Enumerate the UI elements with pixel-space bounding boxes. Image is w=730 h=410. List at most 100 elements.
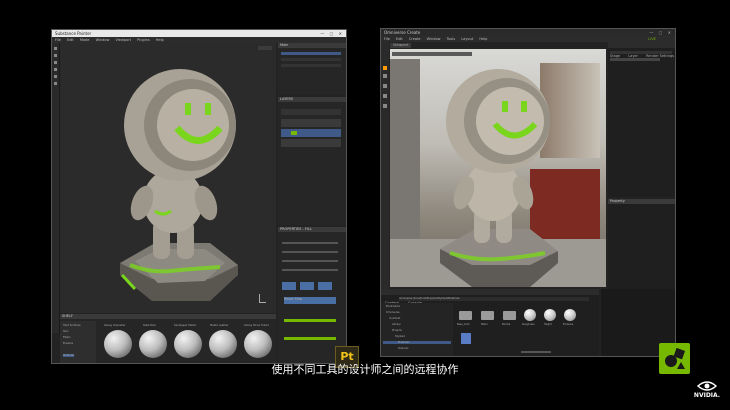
- usd-file-icon[interactable]: [461, 333, 471, 344]
- omni-tool-strip: [381, 42, 389, 292]
- channel-button[interactable]: [282, 282, 296, 290]
- menu-mode[interactable]: Mode: [80, 38, 90, 42]
- thumb-label: Roughness: [522, 323, 535, 326]
- shelf-panel: SHELF Hard Surfaces Skin Filters Brushes…: [60, 314, 276, 363]
- nvidia-wordmark: NVIDIA.: [693, 392, 721, 399]
- tool-strip: [52, 43, 60, 333]
- folder-item[interactable]: Projects: [392, 329, 402, 332]
- projection-tool-icon[interactable]: [54, 61, 57, 64]
- folder-item[interactable]: Library: [392, 323, 401, 326]
- texture-set-row[interactable]: [281, 58, 341, 61]
- right-title-bar: Omniverse Create — ▢ ✕: [381, 29, 675, 36]
- shelf-category[interactable]: Materials: [63, 354, 75, 357]
- material-name: Glossy Shine Tinted: [244, 324, 269, 327]
- stage-panel: Stage Layer Render Settings: [608, 42, 675, 197]
- material-thumbnail[interactable]: [139, 330, 167, 358]
- green-color-swatch[interactable]: [284, 337, 336, 340]
- shelf-category[interactable]: Filters: [63, 336, 71, 339]
- slider-track[interactable]: [282, 242, 338, 244]
- menu-layout[interactable]: Layout: [461, 37, 473, 41]
- content-browser: Content Console omniverse://localhost/Pr…: [381, 289, 599, 356]
- nvidia-logo: NVIDIA.: [692, 380, 722, 402]
- layer-row[interactable]: [281, 139, 341, 147]
- channel-button[interactable]: [318, 282, 332, 290]
- left-window-title: Substance Painter: [55, 31, 92, 36]
- paint-tool-icon[interactable]: [54, 47, 57, 50]
- select-tool-icon[interactable]: [383, 66, 387, 70]
- painter-viewport[interactable]: [60, 43, 276, 313]
- window-controls[interactable]: — ▢ ✕: [649, 29, 673, 36]
- material-name: Sandpaper Plastic: [174, 324, 197, 327]
- substance-painter-window: Substance Painter — ▢ ✕ File Edit Mode W…: [51, 29, 347, 364]
- menu-file[interactable]: File: [384, 37, 390, 41]
- clone-tool-icon[interactable]: [54, 75, 57, 78]
- scale-tool-icon[interactable]: [383, 94, 387, 98]
- slider-track[interactable]: [282, 269, 338, 271]
- texture-set-panel: Main: [278, 43, 346, 95]
- stage-tree-row[interactable]: [610, 58, 660, 61]
- texture-thumbnail[interactable]: [503, 311, 516, 320]
- left-title-bar: Substance Painter — ▢ ✕: [52, 30, 346, 37]
- properties-header: PROPERTIES - FILL: [278, 227, 346, 232]
- menu-help[interactable]: Help: [156, 38, 164, 42]
- eraser-tool-icon[interactable]: [54, 54, 57, 57]
- material-name: Steel Rust: [143, 324, 156, 327]
- material-thumbnail[interactable]: [544, 309, 556, 321]
- material-thumbnail[interactable]: [564, 309, 576, 321]
- reset-map-button[interactable]: Reset Map: [284, 297, 336, 304]
- material-thumbnail[interactable]: [524, 309, 536, 321]
- folder-item[interactable]: localhost: [389, 317, 400, 320]
- green-color-swatch[interactable]: [284, 319, 336, 322]
- menu-window[interactable]: Window: [427, 37, 441, 41]
- picker-tool-icon[interactable]: [54, 82, 57, 85]
- material-thumbnail[interactable]: [244, 330, 272, 358]
- shelf-header: SHELF: [60, 314, 276, 319]
- stage-search[interactable]: [610, 51, 672, 54]
- menu-create[interactable]: Create: [409, 37, 421, 41]
- folder-item[interactable]: Omniverse: [386, 311, 400, 314]
- menu-help[interactable]: Help: [479, 37, 487, 41]
- slider-track[interactable]: [282, 251, 338, 253]
- rotate-tool-icon[interactable]: [383, 84, 387, 88]
- menu-tools[interactable]: Tools: [447, 37, 456, 41]
- material-thumbnail[interactable]: [174, 330, 202, 358]
- slider-track[interactable]: [282, 260, 338, 262]
- snap-tool-icon[interactable]: [383, 104, 387, 108]
- menu-plugins[interactable]: Plugins: [137, 38, 150, 42]
- layer-row-selected[interactable]: [281, 129, 341, 137]
- folder-item[interactable]: Bookmarks: [386, 305, 400, 308]
- texture-set-row[interactable]: [281, 64, 341, 67]
- menu-edit[interactable]: Edit: [67, 38, 74, 42]
- channel-button[interactable]: [300, 282, 314, 290]
- texture-set-row[interactable]: [281, 52, 341, 55]
- omni-viewport[interactable]: [390, 49, 606, 287]
- mascot-model: [120, 69, 238, 301]
- menu-window[interactable]: Window: [96, 38, 110, 42]
- shelf-category[interactable]: Skin: [63, 330, 68, 333]
- shelf-category[interactable]: Hard Surfaces: [63, 324, 81, 327]
- window-controls[interactable]: — ▢ ✕: [320, 30, 344, 37]
- viewport-tab[interactable]: Viewport: [390, 43, 412, 48]
- material-thumbnail[interactable]: [104, 330, 132, 358]
- layers-panel: LAYERS: [278, 97, 346, 225]
- content-scrollbar[interactable]: [521, 351, 551, 353]
- layers-header: LAYERS: [278, 97, 346, 102]
- folder-item[interactable]: Textures: [398, 347, 408, 350]
- menu-edit[interactable]: Edit: [396, 37, 403, 41]
- folder-item-selected[interactable]: Materials: [383, 341, 451, 344]
- menu-viewport[interactable]: Viewport: [116, 38, 131, 42]
- folder-item[interactable]: Stylized: [395, 335, 405, 338]
- smudge-tool-icon[interactable]: [54, 68, 57, 71]
- move-tool-icon[interactable]: [383, 74, 387, 78]
- layers-toolbar[interactable]: [281, 109, 341, 115]
- menu-file[interactable]: File: [55, 38, 61, 42]
- mascot-model: [440, 69, 558, 287]
- texture-thumbnail[interactable]: [459, 311, 472, 320]
- texture-thumbnail[interactable]: [481, 311, 494, 320]
- shelf-category[interactable]: Brushes: [63, 342, 73, 345]
- content-path-field[interactable]: omniverse://localhost/Projects/Stylized/…: [399, 297, 589, 301]
- layer-row[interactable]: [281, 119, 341, 127]
- material-thumbnail[interactable]: [209, 330, 237, 358]
- material-name: Glossy Grenadier: [104, 324, 126, 327]
- nvidia-eye-icon: [696, 381, 718, 391]
